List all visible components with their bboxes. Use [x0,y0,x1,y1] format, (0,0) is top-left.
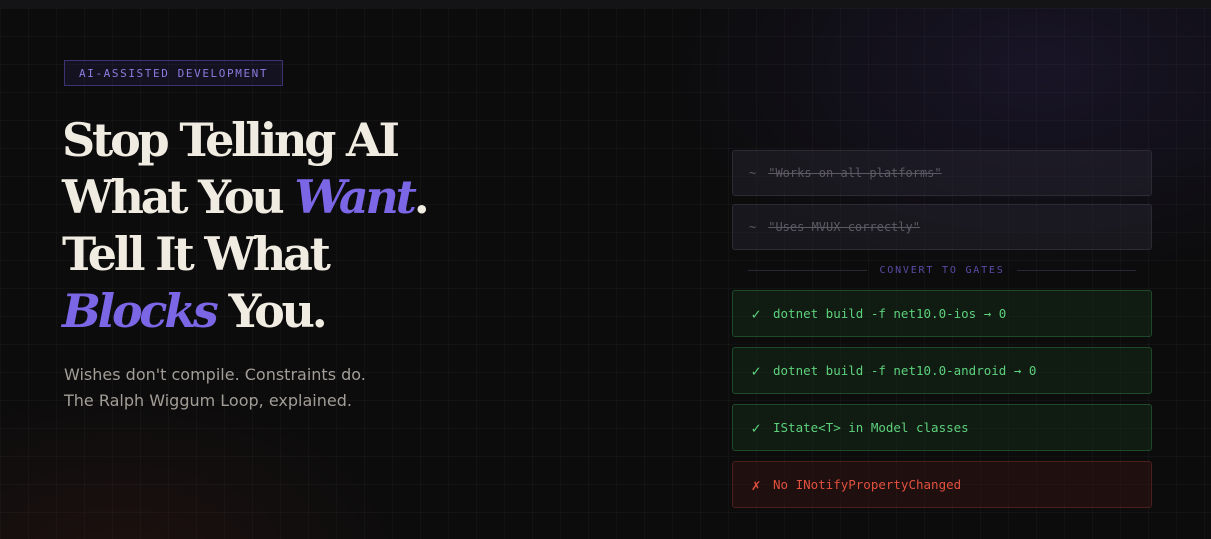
headline-line-4-end: You. [215,284,327,338]
wish-text: "Works on all platforms" [768,166,942,180]
gate-text: No INotifyPropertyChanged [773,477,962,492]
headline-line-2: What You Want. [62,169,430,226]
headline-accent-want: Want [294,170,417,224]
subtitle-line-2: The Ralph Wiggum Loop, explained. [64,391,352,410]
gate-text: dotnet build -f net10.0-android → 0 [773,363,1037,378]
divider-rule [748,269,868,271]
headline-line-1: Stop Telling AI [62,113,400,167]
headline-line-2-start: What You [62,170,295,224]
hero-headline: Stop Telling AI What You Want. Tell It W… [62,112,430,340]
divider-rule [1016,269,1137,271]
cross-icon: ✗ [751,475,761,494]
gate-item: ✓ dotnet build -f net10.0-android → 0 [732,347,1152,394]
headline-accent-blocks: Blocks [62,284,219,338]
divider-label: CONVERT TO GATES [879,264,1005,276]
wish-text: "Uses MVUX correctly" [768,220,920,234]
tilde-icon: ~ [749,220,757,234]
gate-text: dotnet build -f net10.0-ios → 0 [773,306,1007,321]
subtitle-line-1: Wishes don't compile. Constraints do. [64,365,366,384]
hero-subtitle: Wishes don't compile. Constraints do. Th… [64,362,366,414]
wish-item: ~ "Uses MVUX correctly" [732,204,1152,250]
convert-divider: CONVERT TO GATES [732,250,1152,290]
check-icon: ✓ [751,418,761,437]
headline-line-3: Tell It What [62,227,331,281]
headline-line-4: Blocks You. [62,283,427,340]
category-badge: AI-ASSISTED DEVELOPMENT [64,60,284,86]
category-badge-label: AI-ASSISTED DEVELOPMENT [79,66,269,80]
tilde-icon: ~ [749,166,757,180]
gate-text: IState<T> in Model classes [773,420,969,435]
check-icon: ✓ [751,304,761,323]
gates-panel: ~ "Works on all platforms" ~ "Uses MVUX … [732,142,1152,518]
wish-item: ~ "Works on all platforms" [732,150,1152,196]
gate-item: ✗ No INotifyPropertyChanged [732,461,1152,508]
hero-section: AI-ASSISTED DEVELOPMENT Stop Telling AI … [0,0,1211,539]
headline-line-2-end: . [413,170,430,224]
gate-item: ✓ dotnet build -f net10.0-ios → 0 [732,290,1152,337]
check-icon: ✓ [751,361,761,380]
gate-item: ✓ IState<T> in Model classes [732,404,1152,451]
